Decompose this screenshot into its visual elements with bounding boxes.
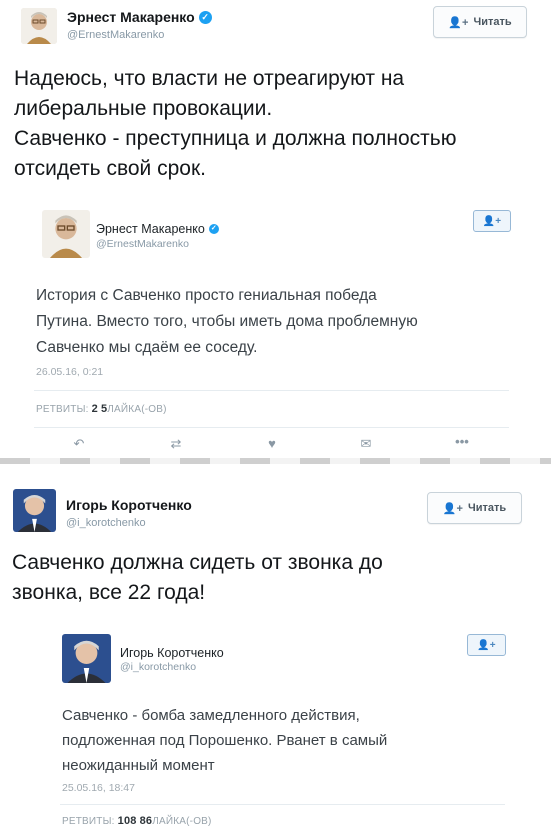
person-plus-icon: 👤+ (482, 215, 502, 227)
quoted-tweet-text: История с Савченко просто гениальная поб… (36, 283, 418, 361)
tweet-text: Савченко должна сидеть от звонка до звон… (12, 548, 383, 608)
quoted-text-line: История с Савченко просто гениальная поб… (36, 287, 377, 304)
verified-icon: ✓ (198, 11, 212, 25)
quoted-author-line: Игорь Коротченко (120, 644, 224, 662)
tweet-text: Надеюсь, что власти не отреагируют на ли… (14, 64, 456, 184)
author-name[interactable]: Эрнест Макаренко (67, 9, 195, 25)
follow-button[interactable]: 👤+ (473, 210, 511, 232)
retweets-count[interactable]: 2 (92, 403, 98, 415)
follow-label: Читать (467, 502, 507, 514)
avatar-photo-icon (42, 210, 90, 258)
quoted-avatar[interactable] (62, 634, 111, 683)
author-name[interactable]: Игорь Коротченко (66, 497, 192, 513)
follow-button[interactable]: 👤+ Читать (433, 6, 527, 38)
avatar[interactable] (13, 489, 56, 532)
tweet-text-line: Надеюсь, что власти не отреагируют на (14, 67, 405, 90)
separator (60, 804, 505, 805)
author-line: Эрнест Макаренко ✓ (67, 9, 212, 27)
quoted-author-line: Эрнест Макаренко ✓ (96, 220, 219, 238)
retweet-icon[interactable]: ⇄ (161, 436, 191, 452)
separator (34, 427, 509, 428)
more-icon[interactable]: ••• (447, 434, 477, 449)
quoted-author-name[interactable]: Эрнест Макаренко (96, 222, 205, 236)
likes-count[interactable]: 86 (140, 815, 153, 827)
tweet-date[interactable]: 25.05.16, 18:47 (62, 782, 135, 794)
like-icon[interactable]: ♥ (257, 436, 287, 451)
tweet-text-line: Савченко - преступница и должна полность… (14, 127, 457, 150)
author-handle[interactable]: @ErnestMakarenko (67, 29, 164, 41)
retweets-count[interactable]: 108 (118, 815, 137, 827)
retweets-label: РЕТВИТЫ: (36, 404, 89, 415)
quoted-text-line: Савченко мы сдаём ее соседу. (36, 339, 258, 356)
quoted-text-line: Савченко - бомба замедленного действия, (62, 707, 360, 724)
quoted-author-handle[interactable]: @ErnestMakarenko (96, 238, 189, 250)
author-handle[interactable]: @i_korotchenko (66, 517, 146, 529)
tweet-stats: РЕТВИТЫ: 108 86ЛАЙКА(-ОВ) (62, 815, 212, 827)
quoted-tweet-text: Савченко - бомба замедленного действия, … (62, 703, 387, 778)
tweet-text-line: Савченко должна сидеть от звонка до (12, 551, 383, 574)
tweet-stats: РЕТВИТЫ: 2 5ЛАЙКА(-ОВ) (36, 403, 167, 415)
dm-icon[interactable]: ✉ (351, 436, 381, 452)
follow-button[interactable]: 👤+ (467, 634, 506, 656)
quoted-text-line: подложенная под Порошенко. Рванет в самы… (62, 732, 388, 749)
quoted-author-name[interactable]: Игорь Коротченко (120, 646, 224, 660)
tweet-text-line: звонка, все 22 года! (12, 581, 206, 604)
likes-label: ЛАЙКА(-ОВ) (107, 404, 167, 415)
verified-icon: ✓ (208, 223, 219, 234)
quoted-text-line: Путина. Вместо того, чтобы иметь дома пр… (36, 313, 418, 330)
reply-icon[interactable]: ↶ (64, 436, 94, 452)
person-plus-icon: 👤+ (442, 502, 463, 515)
person-plus-icon: 👤+ (477, 639, 496, 651)
follow-button[interactable]: 👤+ Читать (427, 492, 522, 524)
follow-label: Читать (473, 16, 512, 28)
quoted-author-handle[interactable]: @i_korotchenko (120, 661, 196, 673)
quoted-avatar[interactable] (42, 210, 90, 258)
quoted-text-line: неожиданный момент (62, 757, 215, 774)
avatar-photo-icon (62, 634, 111, 683)
avatar[interactable] (21, 8, 57, 44)
separator (34, 390, 509, 391)
author-line: Игорь Коротченко (66, 497, 192, 515)
tweet-text-line: либеральные провокации. (14, 97, 273, 120)
likes-label: ЛАЙКА(-ОВ) (152, 816, 212, 827)
image-divider (0, 458, 551, 464)
avatar-photo-icon (21, 8, 57, 44)
avatar-photo-icon (13, 489, 56, 532)
retweets-label: РЕТВИТЫ: (62, 816, 115, 827)
person-plus-icon: 👤+ (448, 16, 469, 29)
tweet-date[interactable]: 26.05.16, 0:21 (36, 366, 103, 378)
tweet-text-line: отсидеть свой срок. (14, 157, 207, 180)
